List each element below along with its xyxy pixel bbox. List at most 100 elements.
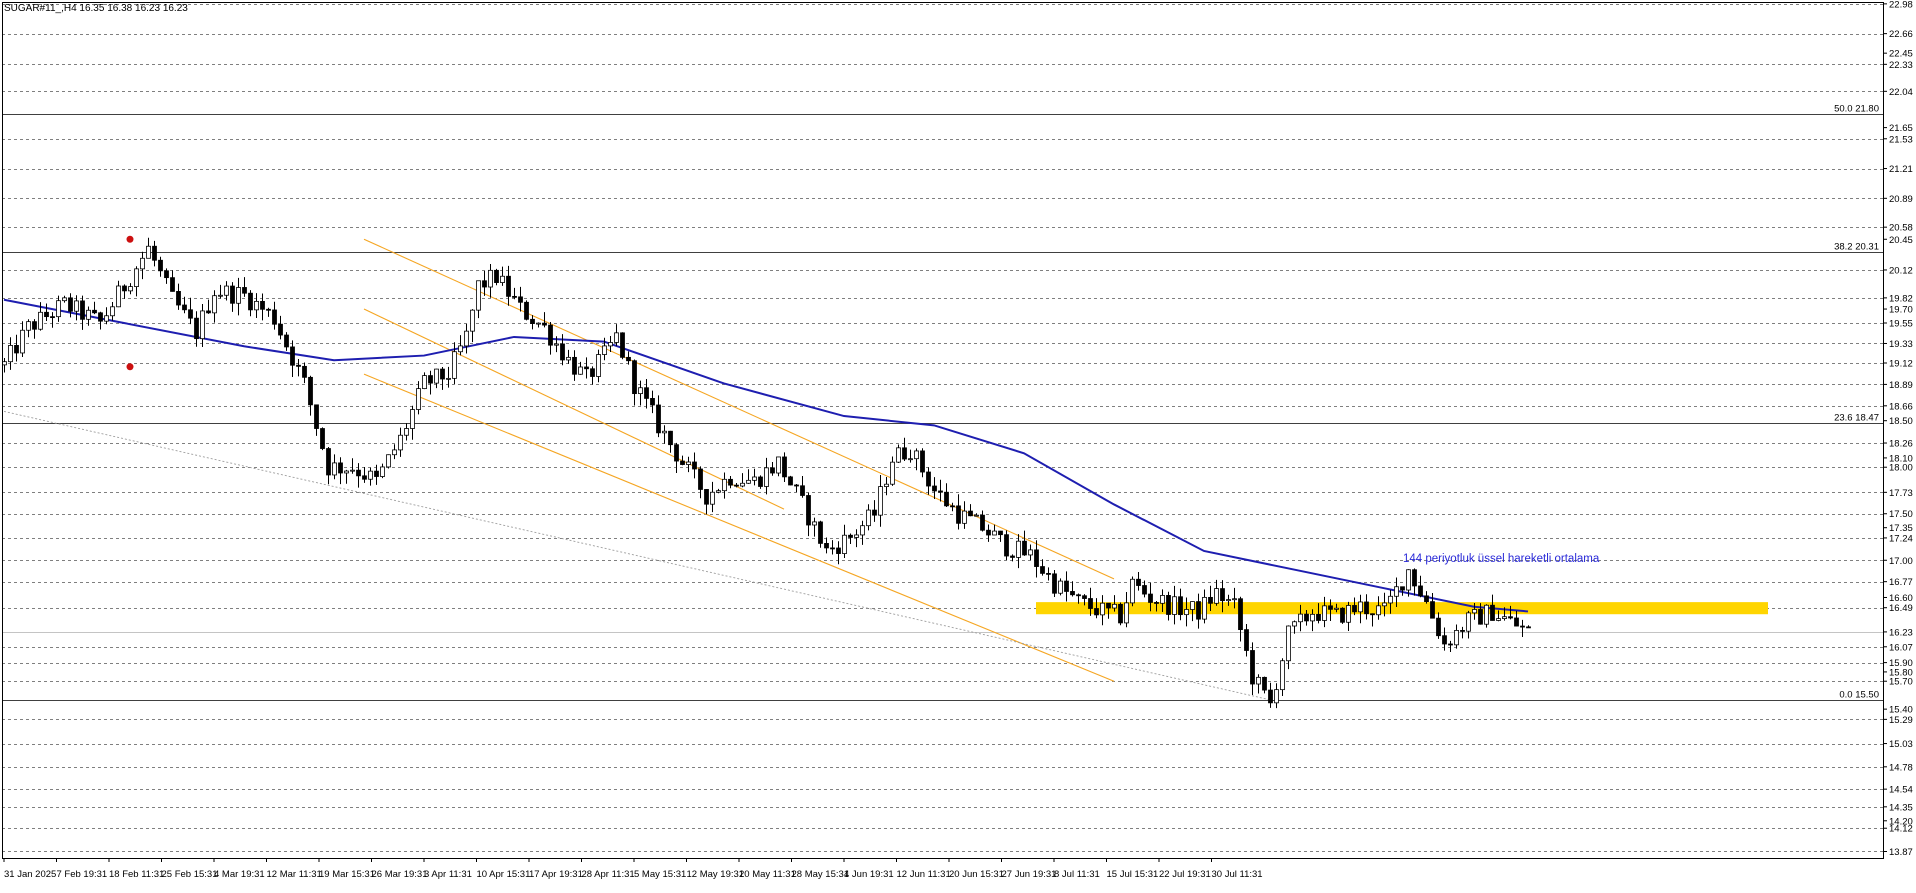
candle-body — [1268, 689, 1273, 704]
candle-body — [998, 530, 1003, 536]
candle-body — [1286, 625, 1291, 662]
candle-body — [158, 259, 163, 272]
candle-body — [1058, 580, 1063, 594]
lower-trend-line — [3, 410, 1271, 701]
price-tick-label: 21.21 — [1889, 164, 1913, 175]
candle-body — [512, 295, 517, 298]
price-tick-label: 14.78 — [1889, 762, 1913, 773]
candle-body — [914, 450, 919, 460]
time-axis: 31 Jan 2025 7 Feb 19:31 18 Feb 11:3125 Feb… — [3, 858, 1263, 880]
chart-window[interactable]: 50.0 21.80 38.2 20.31 23.6 18.47 0.0 15.50 … — [0, 0, 1916, 888]
fib-level-label: 0.0 15.50 — [1839, 690, 1879, 701]
candle-body — [656, 404, 661, 434]
candle-body — [1382, 602, 1387, 607]
candle-body — [452, 351, 457, 379]
candle-body — [794, 484, 799, 487]
candle-body — [20, 329, 25, 354]
candle-body — [1388, 595, 1393, 604]
candle-body — [860, 525, 865, 536]
candle-body — [1010, 555, 1015, 558]
candle-body — [830, 547, 835, 550]
price-tick-label: 22.98 — [1889, 0, 1913, 10]
candle-body — [908, 458, 913, 461]
candle-body — [584, 366, 589, 370]
candle-body — [980, 514, 985, 531]
candles — [2, 237, 1531, 709]
price-tick-label: 16.77 — [1889, 577, 1913, 588]
candle-body — [956, 505, 961, 524]
time-tick-label: 25 Feb 15:31 — [162, 869, 218, 880]
price-tick-label: 17.50 — [1889, 509, 1913, 520]
candle-body — [1496, 618, 1501, 621]
candle-body — [224, 285, 229, 296]
time-tick-label: 8 Jul 11:31 — [1054, 869, 1100, 880]
ema-line — [3, 298, 1529, 613]
candle-body — [1112, 603, 1117, 609]
time-tick-label: 19 Mar 15:31 — [319, 869, 375, 880]
candle-body — [1442, 635, 1447, 645]
time-tick-label: 20 Jun 15:31 — [949, 869, 1004, 880]
candle-body — [1226, 599, 1231, 602]
candle-body — [1430, 601, 1435, 619]
candle-body — [392, 449, 397, 456]
fib-level-label: 38.2 20.31 — [1834, 242, 1879, 253]
candle-body — [1472, 609, 1477, 614]
candle-body — [68, 297, 73, 312]
price-tick-label: 15.29 — [1889, 715, 1913, 726]
candle-body — [476, 280, 481, 311]
time-tick-label: 30 Jul 11:31 — [1212, 869, 1263, 880]
candle-body — [422, 375, 427, 390]
candle-body — [212, 295, 217, 314]
candle-body — [818, 521, 823, 544]
candle-body — [1124, 602, 1129, 624]
candle-body — [752, 476, 757, 481]
candle-body — [266, 308, 271, 311]
candle-body — [1448, 643, 1453, 646]
candle-body — [944, 491, 949, 507]
candle-body — [536, 322, 541, 325]
price-tick-label: 18.00 — [1889, 463, 1913, 474]
candle-body — [602, 345, 607, 355]
price-tick-label: 19.33 — [1889, 339, 1913, 350]
candle-body — [500, 275, 505, 283]
candle-body — [44, 311, 49, 318]
candle-body — [824, 543, 829, 549]
candle-body — [356, 469, 361, 477]
candle-body — [1094, 608, 1099, 616]
candle-body — [98, 312, 103, 322]
candle-body — [2, 361, 7, 366]
candle-body — [524, 301, 529, 320]
time-tick-label: 12 Mar 11:31 — [267, 869, 322, 880]
candle-body — [848, 534, 853, 538]
candle-body — [950, 505, 955, 508]
channel-mid-line — [363, 308, 785, 510]
candle-body — [686, 461, 691, 465]
candle-body — [1100, 602, 1105, 616]
price-tick-label: 20.45 — [1889, 235, 1913, 246]
candle-body — [770, 467, 775, 474]
candle-body — [692, 461, 697, 470]
candle-body — [374, 470, 379, 477]
candle-body — [1400, 586, 1405, 591]
price-chart[interactable]: 50.0 21.8038.2 20.3123.6 18.470.0 15.50 … — [0, 0, 1916, 888]
candle-body — [1184, 609, 1189, 616]
candle-body — [1394, 586, 1399, 597]
candle-body — [386, 454, 391, 468]
candle-body — [194, 317, 199, 340]
candle-body — [1418, 585, 1423, 597]
price-tick-label: 22.66 — [1889, 29, 1913, 40]
candle-body — [1208, 596, 1213, 604]
candle-body — [458, 345, 463, 353]
ema-label: 144 periyotluk üssel hareketli ortalama — [1403, 553, 1600, 565]
candle-body — [14, 345, 19, 354]
high-marker — [126, 235, 134, 243]
candle-body — [740, 482, 745, 487]
candle-body — [1370, 613, 1375, 616]
candle-body — [962, 510, 967, 524]
candle-body — [1346, 605, 1351, 623]
candle-body — [1064, 580, 1069, 592]
price-tick-label: 15.70 — [1889, 677, 1913, 688]
candle-body — [1076, 594, 1081, 597]
candle-body — [884, 483, 889, 487]
candle-body — [866, 509, 871, 527]
